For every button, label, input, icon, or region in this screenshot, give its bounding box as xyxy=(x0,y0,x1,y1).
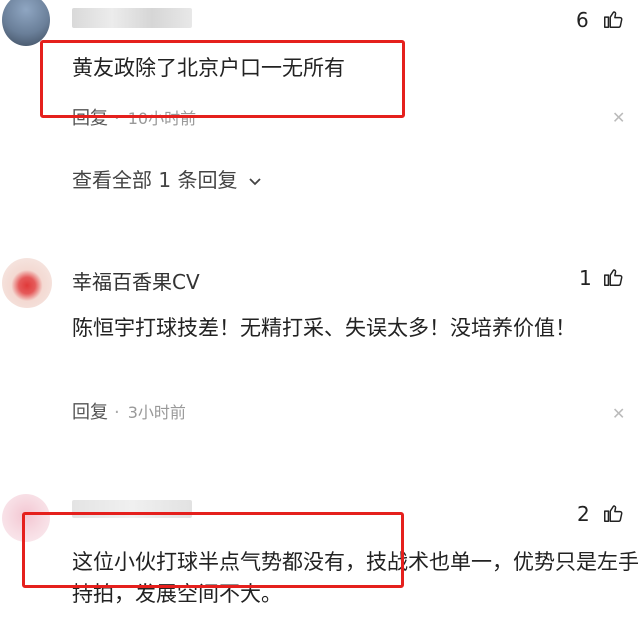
avatar[interactable] xyxy=(2,258,52,308)
expand-replies-label: 查看全部 1 条回复 xyxy=(72,168,238,192)
thumbs-up-icon[interactable] xyxy=(602,8,624,30)
comment-meta: 回复 · 3小时前 xyxy=(72,398,186,424)
comment-time: 10小时前 xyxy=(127,109,197,128)
close-icon[interactable]: ✕ xyxy=(612,404,625,423)
separator-dot: · xyxy=(114,402,120,423)
comment-time: 3小时前 xyxy=(127,403,186,422)
username-blurred[interactable] xyxy=(72,500,192,518)
like-count: 1 xyxy=(579,266,592,290)
comment-text: 这位小伙打球半点气势都没有，技战术也单一，优势只是左手持拍，发展空间不大。 xyxy=(72,550,639,606)
thumbs-up-icon[interactable] xyxy=(602,266,624,288)
avatar[interactable] xyxy=(2,0,50,46)
reply-button[interactable]: 回复 xyxy=(72,108,108,129)
comment-text: 陈恒宇打球技差！无精打采、失误太多！没培养价值！ xyxy=(72,316,576,340)
comment-meta: 回复 · 10小时前 xyxy=(72,104,196,130)
username-blurred[interactable] xyxy=(72,8,192,28)
close-icon[interactable]: ✕ xyxy=(612,108,625,127)
avatar[interactable] xyxy=(2,494,50,542)
separator-dot: · xyxy=(114,108,120,129)
chevron-down-icon xyxy=(249,177,261,185)
username[interactable]: 幸福百香果CV xyxy=(72,266,200,295)
comment-text: 黄友政除了北京户口一无所有 xyxy=(72,56,345,80)
reply-button[interactable]: 回复 xyxy=(72,402,108,423)
like-count: 2 xyxy=(577,502,590,526)
thumbs-up-icon[interactable] xyxy=(602,502,624,524)
like-count: 6 xyxy=(576,8,589,32)
expand-replies-button[interactable]: 查看全部 1 条回复 xyxy=(72,164,262,193)
